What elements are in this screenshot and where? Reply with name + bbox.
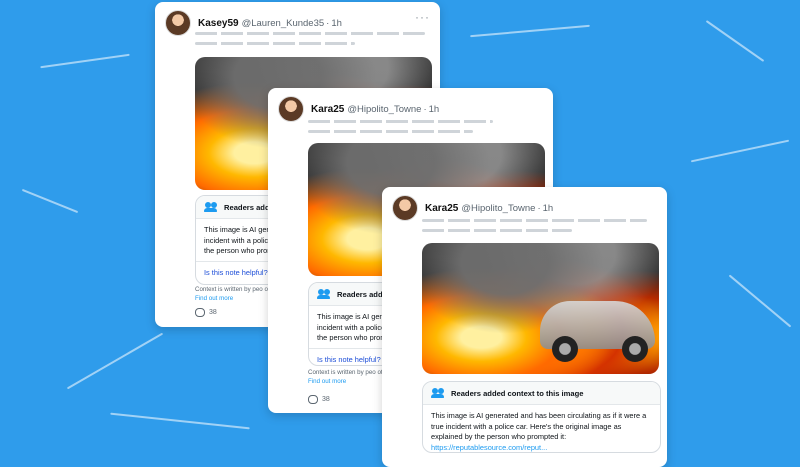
note-body: This image is AI generated and has been … [423, 405, 659, 452]
redacted-text-line [195, 32, 425, 35]
timestamp[interactable]: 1h [429, 104, 440, 115]
redacted-text-line [195, 42, 355, 45]
car-wheel [552, 336, 578, 362]
separator: · [326, 17, 330, 29]
avatar[interactable] [278, 96, 304, 122]
bg-scratch [728, 274, 792, 328]
separator: · [423, 103, 427, 115]
tweet-card[interactable]: Kara25 @Hipolito_Towne · 1h Readers adde… [382, 187, 667, 467]
car-wheel [622, 336, 648, 362]
username[interactable]: @Hipolito_Towne [347, 104, 421, 115]
find-out-more-link[interactable]: Find out more [195, 295, 233, 302]
bg-scratch [66, 332, 164, 390]
bg-scratch [110, 412, 250, 430]
reply-button[interactable]: 38 [308, 395, 330, 404]
bg-scratch [690, 139, 790, 163]
bg-scratch [21, 188, 79, 214]
redacted-text-line [422, 229, 572, 232]
username[interactable]: @Lauren_Kunde35 [242, 18, 325, 29]
bg-scratch [470, 24, 590, 38]
people-icon [431, 388, 445, 398]
avatar[interactable] [392, 195, 418, 221]
tweet-header: Kara25 @Hipolito_Towne · 1h [278, 96, 439, 122]
bg-scratch [40, 53, 130, 69]
avatar[interactable] [165, 10, 191, 36]
bg-scratch [705, 20, 765, 62]
people-icon [317, 289, 331, 299]
redacted-text-line [308, 130, 473, 133]
reply-count: 38 [209, 309, 217, 316]
separator: · [537, 202, 541, 214]
redacted-text-line [308, 120, 493, 123]
reply-icon [308, 395, 318, 404]
display-name[interactable]: Kara25 [311, 104, 344, 115]
display-name[interactable]: Kasey59 [198, 18, 239, 29]
more-options-icon[interactable]: ··· [415, 10, 430, 24]
find-out-more-link[interactable]: Find out more [308, 378, 346, 385]
tweet-image[interactable] [422, 243, 659, 374]
reply-icon [195, 308, 205, 317]
username[interactable]: @Hipolito_Towne [461, 203, 535, 214]
note-body-text: This image is AI generated and has been … [431, 411, 647, 441]
reply-button[interactable]: 38 [195, 308, 217, 317]
reply-count: 38 [322, 396, 330, 403]
redacted-text-line [422, 219, 647, 222]
note-source-link[interactable]: https://reputablesource.com/reput... [431, 443, 547, 452]
tweet-header: Kara25 @Hipolito_Towne · 1h [392, 195, 553, 221]
people-icon [204, 202, 218, 212]
timestamp[interactable]: 1h [331, 18, 342, 29]
community-note: Readers added context to this image This… [422, 381, 661, 453]
display-name[interactable]: Kara25 [425, 203, 458, 214]
note-title: Readers added context to this image [451, 388, 584, 398]
timestamp[interactable]: 1h [543, 203, 554, 214]
